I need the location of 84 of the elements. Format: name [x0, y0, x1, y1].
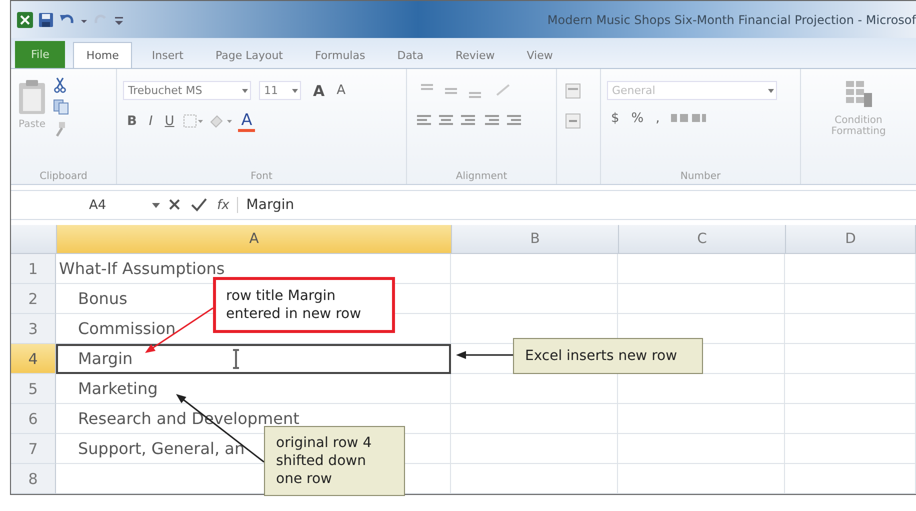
currency-button[interactable]: $ [607, 110, 624, 126]
font-color-button[interactable]: A [238, 110, 256, 132]
table-cell[interactable]: Margin [56, 344, 451, 374]
ribbon-tab[interactable]: Data [385, 43, 436, 68]
table-cell[interactable] [451, 464, 618, 494]
group-label: Alignment [454, 171, 508, 182]
wrap-text-icon[interactable] [563, 81, 583, 101]
column-header[interactable]: C [619, 225, 786, 253]
row-header[interactable]: 6 [11, 404, 56, 434]
row-header[interactable]: 3 [11, 314, 56, 344]
enter-check-icon[interactable] [189, 196, 209, 214]
clipboard-icon[interactable] [17, 79, 47, 115]
dropdown-arrow-icon[interactable] [291, 86, 299, 94]
table-cell[interactable] [785, 344, 916, 374]
ribbon-tab[interactable]: Page Layout [203, 43, 295, 68]
table-cell[interactable] [618, 464, 785, 494]
font-name-dropdown[interactable]: Trebuchet MS [123, 81, 251, 100]
table-cell[interactable] [785, 464, 916, 494]
fill-color-icon[interactable] [208, 113, 234, 129]
column-header[interactable]: D [786, 225, 916, 253]
group-label: Clipboard [38, 171, 88, 182]
table-cell[interactable] [785, 314, 916, 344]
dropdown-arrow-icon[interactable] [151, 200, 161, 210]
dropdown-arrow-icon[interactable] [767, 86, 775, 94]
column-header[interactable]: A [57, 225, 452, 253]
table-cell[interactable] [618, 434, 785, 464]
comma-button[interactable]: , [652, 110, 664, 126]
cell-text: Support, General, an [77, 439, 245, 458]
row-header[interactable]: 7 [11, 434, 56, 464]
excel-logo-icon [17, 12, 33, 28]
callout-text: row title Margin entered in new row [226, 287, 362, 323]
row-header[interactable]: 4 [11, 344, 56, 374]
table-cell[interactable] [451, 254, 618, 284]
file-tab[interactable]: File [15, 41, 66, 68]
window-title: Modern Music Shops Six-Month Financial Projection - Microsof [547, 12, 916, 26]
row-header[interactable]: 5 [11, 374, 56, 404]
shrink-font-button[interactable]: A [332, 83, 350, 98]
ribbon-tab[interactable]: Review [443, 43, 507, 68]
cell-text: Commission [77, 319, 176, 338]
row-header[interactable]: 1 [11, 254, 56, 284]
grow-font-button[interactable]: A [309, 82, 329, 100]
row-header[interactable]: 2 [11, 284, 56, 314]
column-header[interactable]: B [452, 225, 619, 253]
table-cell[interactable] [451, 434, 618, 464]
cell-text: Bonus [77, 289, 128, 308]
ribbon-tab[interactable]: View [514, 43, 565, 68]
borders-icon[interactable] [182, 113, 204, 129]
table-cell[interactable] [785, 434, 916, 464]
merge-icon[interactable] [563, 111, 583, 131]
group-label: Number [679, 171, 722, 182]
group-label: Font [250, 171, 274, 182]
italic-button[interactable]: I [144, 114, 157, 128]
percent-button[interactable]: % [627, 110, 648, 126]
table-cell[interactable] [618, 404, 785, 434]
cell-text: What-If Assumptions [58, 259, 225, 278]
table-cell[interactable] [785, 284, 916, 314]
save-icon[interactable] [38, 12, 54, 28]
copy-icon[interactable] [53, 99, 71, 115]
cell-text: Margin [77, 349, 133, 368]
ribbon-tab[interactable]: Insert [140, 43, 196, 68]
table-cell[interactable]: Marketing [56, 374, 451, 404]
bold-button[interactable]: B [123, 114, 141, 128]
name-box[interactable]: A4 [11, 198, 147, 212]
table-cell[interactable] [618, 254, 785, 284]
font-size-dropdown[interactable]: 11 [259, 81, 301, 100]
table-cell[interactable] [451, 404, 618, 434]
scissors-icon[interactable] [53, 77, 67, 93]
row-header[interactable]: 8 [11, 464, 56, 494]
ribbon-tab[interactable]: Home [73, 42, 132, 68]
table-cell[interactable] [785, 254, 916, 284]
callout-text: Excel inserts new row [525, 347, 678, 365]
formula-input[interactable]: Margin [237, 197, 916, 213]
text-cursor-icon [231, 348, 241, 370]
table-cell[interactable] [618, 284, 785, 314]
table-cell[interactable] [785, 374, 916, 404]
table-cell[interactable] [785, 404, 916, 434]
cell-text: Marketing [77, 379, 158, 398]
ribbon-tab[interactable]: Formulas [303, 43, 378, 68]
table-cell[interactable] [451, 284, 618, 314]
dropdown-arrow-icon[interactable] [241, 86, 249, 94]
brush-icon[interactable] [53, 121, 67, 137]
insert-function-button[interactable]: fx [213, 198, 234, 212]
underline-button[interactable]: U [160, 114, 178, 128]
callout-arrow [456, 351, 513, 359]
